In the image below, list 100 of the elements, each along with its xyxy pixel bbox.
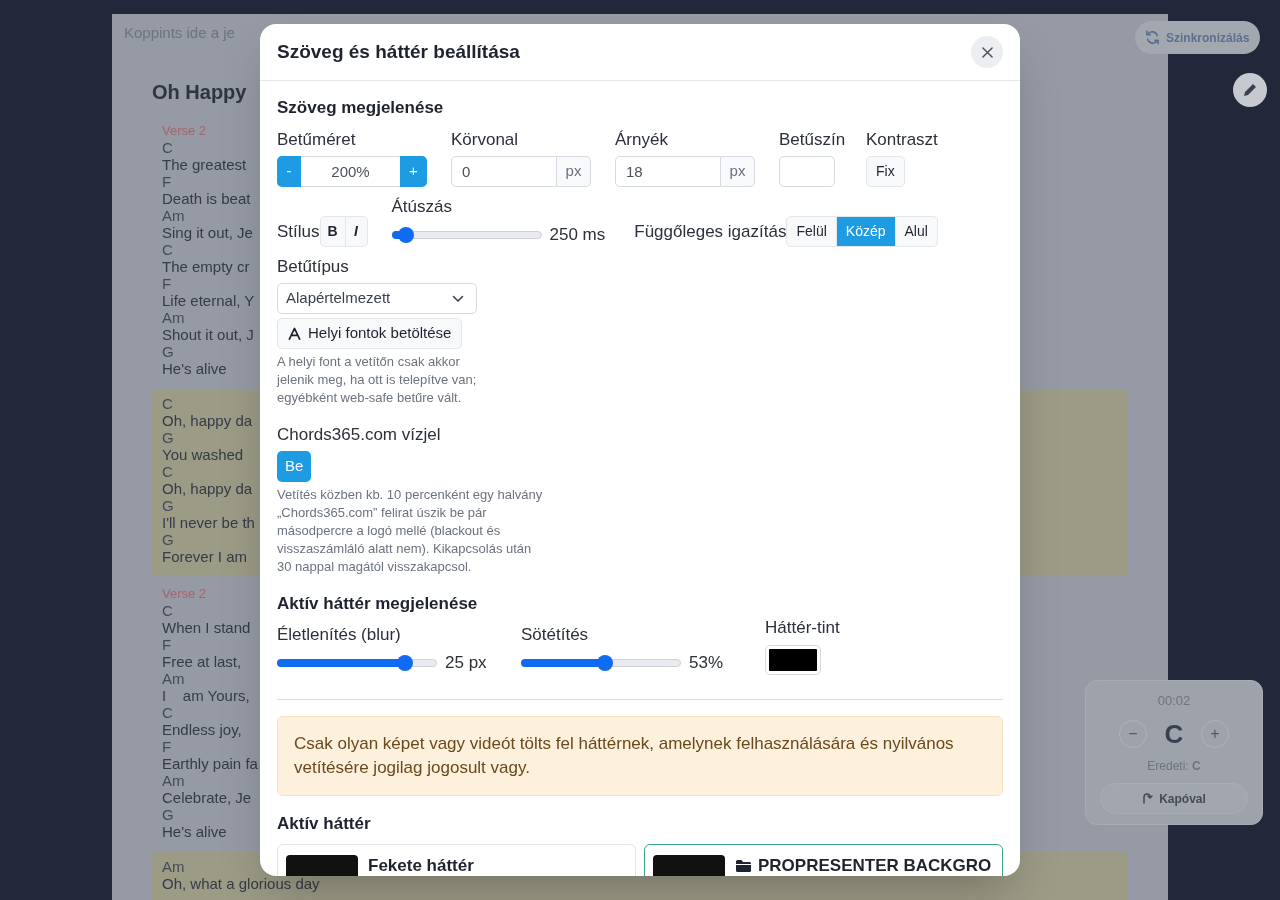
- color-swatch[interactable]: [779, 156, 835, 187]
- close-button[interactable]: [971, 36, 1003, 68]
- field-label: Árnyék: [615, 129, 668, 151]
- section-heading: Szöveg megjelenése: [277, 97, 444, 119]
- help-text: A helyi font a vetítőn csak akkor jelenik meg, ha ott is telepítve van; egyébként web-safe betűre vált.: [277, 353, 477, 407]
- shadow-field[interactable]: 18: [615, 156, 721, 187]
- chord-label: F: [162, 636, 172, 653]
- chord-label: C: [162, 602, 173, 619]
- lyric-line: The empty cr: [162, 258, 250, 275]
- key-text: C: [1163, 718, 1185, 750]
- background-name: PROPRESENTER BACKGRO: [758, 856, 992, 875]
- field-label: Betűtípus: [277, 256, 349, 278]
- chord-label: G: [162, 497, 174, 514]
- field-label: Betűméret: [277, 129, 356, 151]
- outline-field[interactable]: 0: [451, 156, 557, 187]
- slider-thumb[interactable]: [597, 655, 614, 671]
- lyric-line: Forever I am: [162, 548, 248, 565]
- bold-button[interactable]: B: [319, 216, 346, 247]
- background-name: Fekete háttér: [368, 856, 474, 875]
- lyric-line: The greatest: [162, 156, 247, 173]
- chord-label: Am: [162, 207, 185, 224]
- song-title: Oh Happy: [152, 80, 247, 105]
- chord-label: C: [162, 463, 173, 480]
- close-icon: [981, 46, 993, 58]
- font-size-field[interactable]: 200%: [301, 156, 400, 187]
- field-label: Chords365.com vízjel: [277, 424, 441, 446]
- align-option[interactable]: Felül: [786, 216, 837, 247]
- chord-label: Am: [162, 858, 185, 875]
- dialog-title: Szöveg és háttér beállítása: [277, 39, 520, 64]
- background-card[interactable]: PROPRESENTER BACKGRO: [644, 844, 1003, 876]
- lyric-line: Oh, happy da: [162, 412, 253, 429]
- lyric-line: Shout it out, J: [162, 326, 254, 343]
- lyric-line: Sing it out, Je: [162, 224, 253, 241]
- help-text: Vetítés közben kb. 10 percenként egy halvány „Chords365.com” felirat úszik be pár másodpercre a logó mellé (blackout és visszaszámláló alatt nem). Kikapcsolás után 30 nappal magától visszakapcsol.: [277, 486, 544, 576]
- sync-icon: [1145, 30, 1160, 45]
- chord-label: C: [162, 139, 173, 156]
- capo-button[interactable]: Kapóval: [1100, 783, 1248, 814]
- lyric-line: Earthly pain fa: [162, 755, 258, 772]
- field-label: Háttér-tint: [765, 617, 840, 639]
- section-label: Verse 2: [162, 585, 207, 602]
- slider-thumb[interactable]: [398, 227, 415, 243]
- chord-label: C: [162, 241, 173, 258]
- field-label: Átúszás: [391, 196, 452, 218]
- field-label: Életlenítés (blur): [277, 624, 401, 646]
- slider-thumb[interactable]: [396, 655, 413, 671]
- capo-icon: [1142, 792, 1155, 805]
- field-label: Sötétítés: [521, 624, 589, 646]
- chord-label: Am: [162, 772, 185, 789]
- slider-track[interactable]: [277, 655, 437, 671]
- chord-label: G: [162, 806, 174, 823]
- chord-label: C: [162, 704, 173, 721]
- lyric-line: Life eternal, Y: [162, 292, 255, 309]
- chord-label: Am: [162, 309, 185, 326]
- chord-label: Am: [162, 670, 185, 687]
- font-select[interactable]: Alapértelmezett: [277, 283, 477, 314]
- lyric-line: He's alive: [162, 823, 227, 840]
- lyric-line: Endless joy,: [162, 721, 242, 738]
- lyric-line: He's alive: [162, 360, 227, 377]
- slider-track[interactable]: [391, 227, 542, 243]
- fix-button[interactable]: Fix: [866, 156, 905, 187]
- chord-label: G: [162, 531, 174, 548]
- chevron-down-icon: [452, 294, 464, 303]
- font-icon: [288, 327, 301, 340]
- load-fonts-button[interactable]: Helyi fontok betöltése: [277, 318, 463, 349]
- lyric-line: Oh, happy da: [162, 480, 253, 497]
- background-card[interactable]: Fekete háttér: [277, 844, 636, 876]
- edit-button[interactable]: [1233, 73, 1267, 107]
- chord-label: F: [162, 173, 172, 190]
- slider-value: 25 px: [445, 652, 487, 675]
- section-label: Verse 2: [162, 122, 207, 139]
- chord-label: F: [162, 275, 172, 292]
- lyric-line: You washed: [162, 446, 244, 463]
- field-label: Körvonal: [451, 129, 519, 151]
- italic-button[interactable]: I: [345, 216, 368, 247]
- field-label: Kontraszt: [866, 129, 938, 151]
- lyric-line: I'll never be th: [162, 514, 255, 531]
- chord-label: C: [162, 395, 173, 412]
- unit-label: px: [557, 156, 591, 187]
- slider-value: 53%: [689, 652, 724, 675]
- lyric-line: Death is beat: [162, 190, 251, 207]
- lyric-line: Oh, what a glorious day: [162, 875, 320, 892]
- slider-track[interactable]: [521, 655, 681, 671]
- field-label: Stílus: [277, 220, 320, 243]
- copyright-notice: Csak olyan képet vagy videót tölts fel háttérnek, amelynek felhasználására és nyilvános vetítésére jogilag jogosult vagy.: [277, 716, 1003, 796]
- align-option[interactable]: Alul: [895, 216, 938, 247]
- section-heading: Aktív háttér megjelenése: [277, 593, 478, 615]
- field-label: Függőleges igazítás: [634, 220, 787, 243]
- unit-label: px: [721, 156, 755, 187]
- slider-value: 250 ms: [549, 224, 606, 247]
- pencil-icon: [1242, 82, 1258, 98]
- lyric-line: Celebrate, Je: [162, 789, 252, 806]
- lyric-line: Free at last,: [162, 653, 242, 670]
- lyric-line: I am Yours,: [162, 687, 250, 704]
- chord-label: G: [162, 343, 174, 360]
- chord-label: F: [162, 738, 172, 755]
- color-swatch[interactable]: [765, 645, 821, 675]
- section-heading: Aktív háttér: [277, 813, 371, 835]
- chord-label: G: [162, 429, 174, 446]
- field-label: Betűszín: [779, 129, 846, 151]
- lyric-line: When I stand: [162, 619, 251, 636]
